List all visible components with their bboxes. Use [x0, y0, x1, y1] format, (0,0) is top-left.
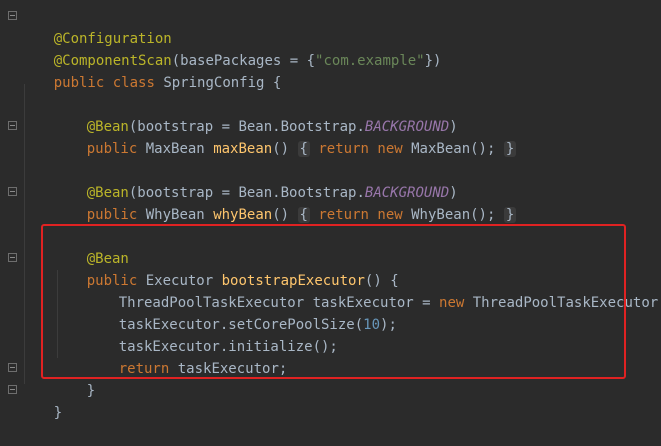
keyword: return	[318, 141, 369, 157]
type-name: MaxBean	[145, 141, 205, 157]
folded-brace[interactable]: }	[503, 141, 517, 157]
code-line-13[interactable]: ThreadPoolTaskExecutor taskExecutor = ne…	[85, 270, 661, 311]
code-line-8[interactable]: @Bean(bootstrap = Bean.Bootstrap.BACKGRO…	[53, 160, 458, 201]
fold-marker-icon[interactable]	[8, 385, 17, 394]
type-name: WhyBean	[145, 207, 205, 223]
code-text: );	[380, 317, 397, 333]
code-line-12[interactable]: public Executor bootstrapExecutor() {	[53, 248, 399, 289]
keyword: new	[377, 207, 403, 223]
code-editor[interactable]: @Configuration @ComponentScan(basePackag…	[0, 0, 661, 421]
keyword: class	[112, 75, 155, 91]
keyword: public	[53, 75, 105, 91]
indent-guide	[24, 84, 25, 384]
code-line-1[interactable]: @Configuration	[20, 6, 172, 47]
fold-marker-icon[interactable]	[8, 187, 17, 196]
fold-marker-icon[interactable]	[8, 121, 17, 130]
keyword: new	[439, 295, 465, 311]
code-line-14[interactable]: taskExecutor.setCorePoolSize(10);	[85, 292, 397, 333]
code-text: taskExecutor;	[177, 361, 288, 377]
keyword: new	[377, 141, 403, 157]
folded-brace[interactable]: }	[503, 207, 517, 223]
method-name: whyBean	[213, 207, 273, 223]
code-text: })	[424, 53, 442, 69]
code-text: MaxBean();	[411, 141, 496, 157]
code-line-15[interactable]: taskExecutor.initialize();	[85, 314, 338, 355]
closing-brace: }	[86, 383, 96, 399]
code-line-2[interactable]: @ComponentScan(basePackages = {"com.exam…	[20, 28, 442, 69]
code-line-19[interactable]: }	[20, 380, 62, 421]
method-name: maxBean	[213, 141, 273, 157]
fold-marker-icon[interactable]	[8, 363, 17, 372]
closing-brace: }	[53, 405, 63, 421]
keyword: return	[318, 207, 369, 223]
string-literal: "com.example"	[315, 53, 425, 69]
code-text: ThreadPoolTaskExecutor();	[472, 295, 661, 311]
code-line-6[interactable]: public MaxBean maxBean() { return new Ma…	[53, 116, 517, 157]
code-line-3[interactable]: public class SpringConfig {	[20, 50, 282, 91]
code-text: ()	[272, 207, 290, 223]
code-line-17[interactable]: }	[53, 358, 95, 399]
keyword: return	[118, 361, 170, 377]
editor-gutter	[0, 0, 18, 416]
fold-marker-icon[interactable]	[8, 253, 17, 262]
code-line-11[interactable]: @Bean	[53, 226, 129, 267]
number-literal: 10	[363, 317, 381, 333]
keyword: public	[86, 141, 138, 157]
code-line-16[interactable]: return taskExecutor;	[85, 336, 288, 377]
fold-marker-icon[interactable]	[8, 11, 17, 20]
code-text: ()	[272, 141, 290, 157]
code-line-5[interactable]: @Bean(bootstrap = Bean.Bootstrap.BACKGRO…	[53, 94, 458, 135]
class-name: SpringConfig {	[163, 75, 282, 91]
folded-brace[interactable]: {	[297, 207, 310, 223]
code-line-9[interactable]: public WhyBean whyBean() { return new Wh…	[53, 182, 517, 223]
code-text: WhyBean();	[411, 207, 496, 223]
keyword: public	[86, 207, 138, 223]
folded-brace[interactable]: {	[297, 141, 310, 157]
